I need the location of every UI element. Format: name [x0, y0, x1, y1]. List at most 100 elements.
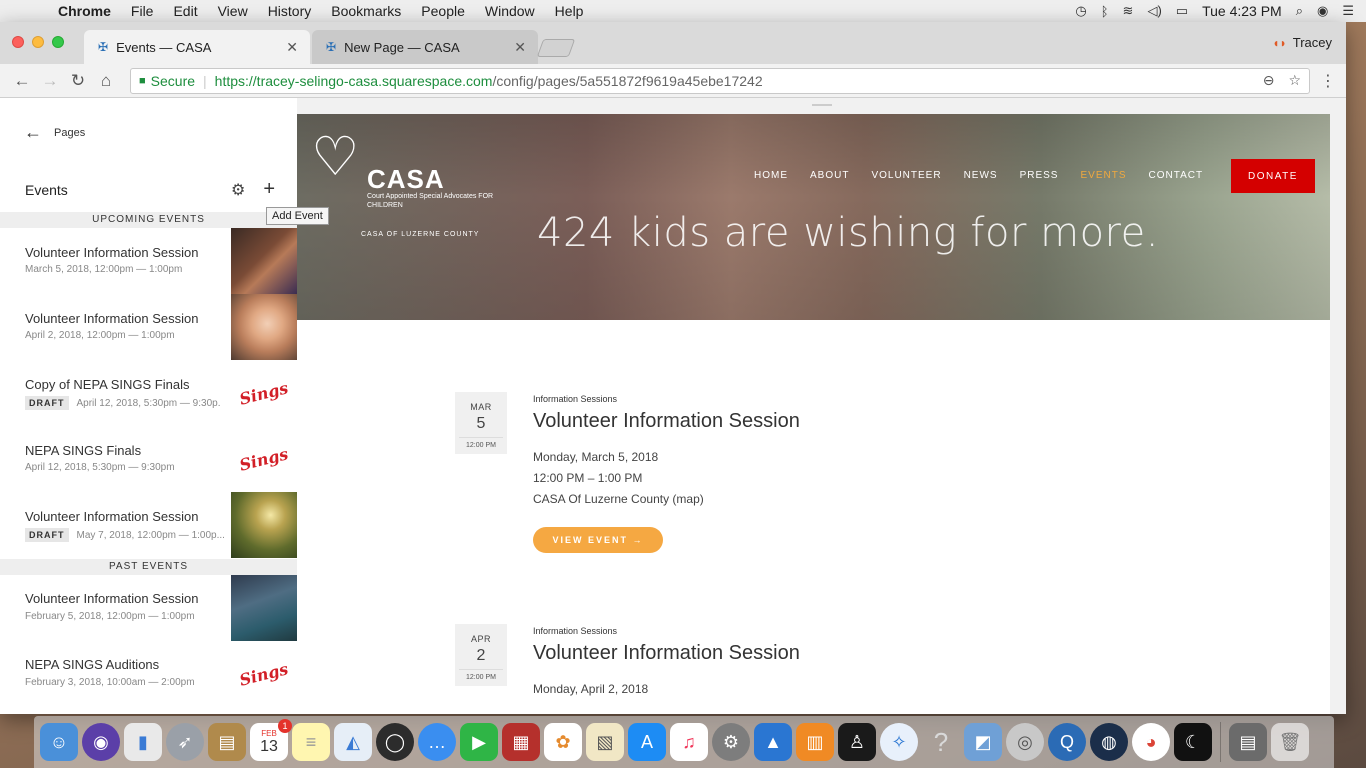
siri-icon[interactable]: ◉	[82, 723, 120, 761]
trash-icon[interactable]: 🗑	[1271, 723, 1309, 761]
event-date-text: April 12, 2018, 5:30pm — 9:30pm	[25, 462, 175, 473]
photo-booth-icon[interactable]: ▦	[502, 723, 540, 761]
event-list-item[interactable]: Volunteer Information Session DRAFT May …	[0, 492, 297, 558]
nav-events[interactable]: EVENTS	[1080, 170, 1126, 181]
event-time: 12:00 PM	[459, 669, 503, 681]
zoom-icon[interactable]: ⊖	[1263, 72, 1275, 89]
nepa-sings-logo: Sings	[237, 443, 291, 475]
keynote-icon[interactable]: ▲	[754, 723, 792, 761]
menu-edit[interactable]: Edit	[163, 3, 207, 19]
calendar-icon[interactable]: FEB 13 1	[250, 719, 292, 761]
night-app-icon[interactable]: ☾	[1174, 723, 1212, 761]
view-event-button[interactable]: VIEW EVENT →	[533, 527, 663, 553]
event-category[interactable]: Information Sessions	[533, 394, 617, 404]
nav-volunteer[interactable]: VOLUNTEER	[871, 170, 941, 181]
gear-icon[interactable]: ⚙	[231, 180, 245, 200]
menu-history[interactable]: History	[258, 3, 322, 19]
profile-button[interactable]: ◖◗ Tracey	[1272, 35, 1332, 50]
numbers-icon[interactable]: ▮	[124, 723, 162, 761]
menu-bookmarks[interactable]: Bookmarks	[321, 3, 411, 19]
safari-icon[interactable]: ✧	[880, 723, 918, 761]
event-category[interactable]: Information Sessions	[533, 626, 617, 636]
secure-label[interactable]: Secure	[151, 73, 195, 89]
downloads-stack-icon[interactable]: ▤	[1229, 723, 1267, 761]
menu-app-name[interactable]: Chrome	[48, 3, 121, 19]
screen-sharing-icon[interactable]: ◯	[376, 723, 414, 761]
app-store-icon[interactable]: A	[628, 723, 666, 761]
quicktime-icon[interactable]: Q	[1048, 723, 1086, 761]
siri-icon[interactable]: ◉	[1317, 3, 1328, 19]
itunes-icon[interactable]: ♫	[670, 723, 708, 761]
menu-help[interactable]: Help	[545, 3, 594, 19]
add-event-icon[interactable]: +	[263, 178, 275, 201]
disk-utility-icon[interactable]: ◎	[1006, 723, 1044, 761]
event-list-item[interactable]: NEPA SINGS Auditions February 3, 2018, 1…	[0, 641, 297, 707]
facetime-icon[interactable]: ▶	[460, 723, 498, 761]
system-preferences-icon[interactable]: ⚙	[712, 723, 750, 761]
clock[interactable]: Tue 4:23 PM	[1202, 3, 1282, 19]
event-list-item[interactable]: Copy of NEPA SINGS Finals DRAFT April 12…	[0, 360, 297, 426]
notification-center-icon[interactable]: ☰	[1342, 3, 1354, 19]
new-tab-button[interactable]	[536, 39, 576, 57]
minimize-window-button[interactable]	[32, 36, 44, 48]
back-to-pages-button[interactable]: ← Pages	[24, 122, 85, 143]
ibooks-icon[interactable]: ▥	[796, 723, 834, 761]
calendar-badge: 1	[278, 719, 292, 733]
close-window-button[interactable]	[12, 36, 24, 48]
messages-icon[interactable]: …	[418, 723, 456, 761]
tab-new-page-casa[interactable]: ✠ New Page — CASA ✕	[312, 30, 538, 64]
preview-app-icon[interactable]: ◩	[964, 723, 1002, 761]
reload-icon[interactable]: ↻	[64, 71, 92, 91]
spotlight-search-icon[interactable]: ⌕	[1296, 3, 1303, 19]
nav-home[interactable]: HOME	[754, 170, 788, 181]
home-icon[interactable]: ⌂	[92, 71, 120, 91]
unknown-app-icon[interactable]: ?	[922, 723, 960, 761]
nav-about[interactable]: ABOUT	[810, 170, 849, 181]
chrome-menu-icon[interactable]: ⋮	[1318, 71, 1338, 91]
bookmark-star-icon[interactable]: ☆	[1288, 72, 1301, 89]
event-list-item[interactable]: Volunteer Information Session March 5, 2…	[0, 228, 297, 294]
wifi-icon[interactable]: ≋	[1123, 3, 1134, 19]
event-list-item[interactable]: Volunteer Information Session April 2, 2…	[0, 294, 297, 360]
volume-icon[interactable]: ◁)	[1147, 3, 1161, 19]
preview-icon[interactable]: ▧	[586, 723, 624, 761]
back-arrow-icon[interactable]: ←	[8, 71, 36, 91]
nav-press[interactable]: PRESS	[1020, 170, 1059, 181]
event-list-item[interactable]: NEPA SINGS Finals April 12, 2018, 5:30pm…	[0, 426, 297, 492]
tab-close-icon[interactable]: ✕	[514, 39, 526, 56]
notes-icon[interactable]: ≡	[292, 723, 330, 761]
tab-events-casa[interactable]: ✠ Events — CASA ✕	[84, 30, 310, 64]
event-location[interactable]: CASA Of Luzerne County (map)	[533, 492, 704, 506]
preview-drag-handle[interactable]	[812, 104, 832, 106]
forward-arrow-icon[interactable]: →	[36, 71, 64, 91]
event-list-item[interactable]: Volunteer Information Session February 5…	[0, 575, 297, 641]
menu-file[interactable]: File	[121, 3, 164, 19]
nav-news[interactable]: NEWS	[964, 170, 998, 181]
event-title: Copy of NEPA SINGS Finals	[25, 377, 190, 392]
maps-icon[interactable]: ◭	[334, 723, 372, 761]
dock: ☺ ◉ ▮ ➶ ▤ FEB 13 1 ≡ ◭ ◯ … ▶ ▦ ✿ ▧ A ♫ ⚙…	[34, 716, 1334, 768]
kindle-icon[interactable]: ♙	[838, 723, 876, 761]
menu-view[interactable]: View	[208, 3, 258, 19]
profile-name: Tracey	[1292, 35, 1332, 50]
finder-icon[interactable]: ☺	[40, 723, 78, 761]
time-machine-icon[interactable]: ◷	[1075, 3, 1086, 19]
tab-close-icon[interactable]: ✕	[286, 39, 298, 56]
donate-button[interactable]: DONATE	[1231, 159, 1315, 193]
event-heading[interactable]: Volunteer Information Session	[533, 410, 800, 433]
battery-icon[interactable]: ▭	[1176, 3, 1188, 19]
event-date: March 5, 2018, 12:00pm — 1:00pm	[25, 264, 225, 275]
photos-icon[interactable]: ✿	[544, 723, 582, 761]
menu-people[interactable]: People	[411, 3, 475, 19]
launchpad-icon[interactable]: ➶	[166, 723, 204, 761]
fullscreen-window-button[interactable]	[52, 36, 64, 48]
chrome-icon[interactable]: ◕	[1132, 723, 1170, 761]
menu-window[interactable]: Window	[475, 3, 545, 19]
address-bar[interactable]: ■ Secure | https://tracey-selingo-casa.s…	[130, 67, 1310, 94]
nav-contact[interactable]: CONTACT	[1149, 170, 1204, 181]
dvd-player-icon[interactable]: ◍	[1090, 723, 1128, 761]
event-heading[interactable]: Volunteer Information Session	[533, 642, 800, 665]
notefile-icon[interactable]: ▤	[208, 723, 246, 761]
bluetooth-icon[interactable]: ᛒ	[1101, 4, 1109, 19]
lock-icon[interactable]: ■	[139, 75, 146, 87]
